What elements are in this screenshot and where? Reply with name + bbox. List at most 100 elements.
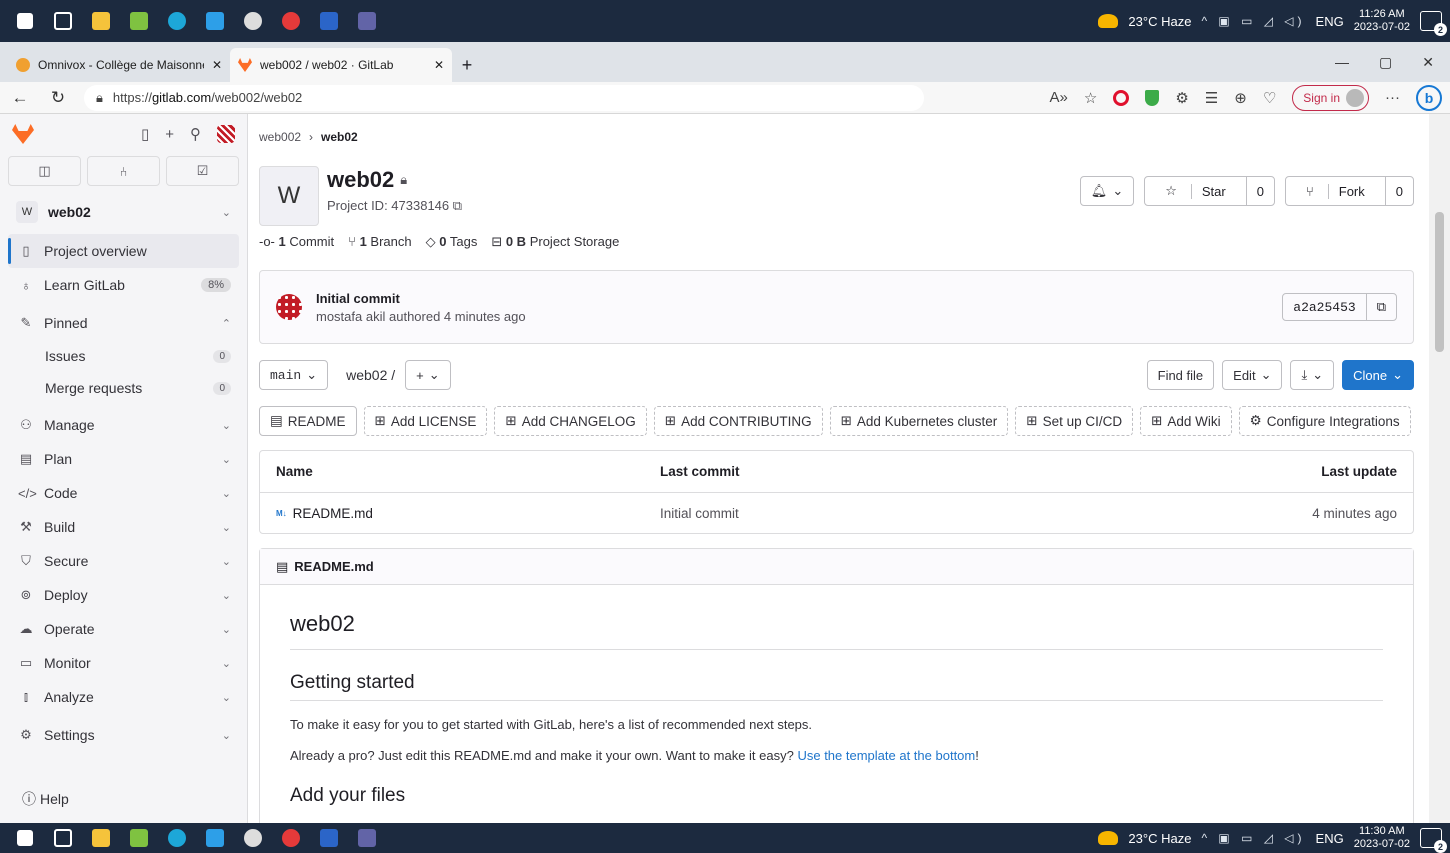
notifications-button[interactable]: 🔔︎ ⌄: [1079, 176, 1135, 206]
app-red-icon[interactable]: [274, 825, 308, 851]
issues-shortcut-icon[interactable]: ◫: [8, 156, 81, 186]
windows-start-icon[interactable]: [8, 825, 42, 851]
sidebar-item-operate[interactable]: ☁ Operate ⌄: [0, 612, 247, 646]
tags-stat[interactable]: ◇ 0 Tags: [426, 234, 478, 250]
system-tray-icons[interactable]: ^ ▣ ▭ ◿ ◁): [1201, 14, 1305, 28]
page-scrollbar[interactable]: [1429, 114, 1450, 823]
more-options-icon[interactable]: ···: [1385, 89, 1400, 106]
template-link[interactable]: Use the template at the bottom: [797, 748, 975, 763]
download-button[interactable]: ⤓ ⌄: [1290, 360, 1335, 390]
file-name-cell[interactable]: M↓ README.md: [276, 506, 660, 521]
search-icon[interactable]: ⚲: [190, 125, 201, 143]
sidebar-project-switcher[interactable]: W web02 ⌄: [8, 194, 239, 230]
breadcrumb-namespace[interactable]: web002: [259, 130, 301, 144]
fork-button[interactable]: ⑂ Fork 0: [1284, 176, 1414, 206]
collapse-sidebar-icon[interactable]: ▯: [141, 125, 149, 143]
todos-shortcut-icon[interactable]: ☑: [166, 156, 239, 186]
gitlab-logo-icon[interactable]: [12, 124, 34, 144]
readme-filename[interactable]: README.md: [294, 559, 373, 574]
task-view-icon[interactable]: [46, 825, 80, 851]
sidebar-item-analyze[interactable]: ⫾ Analyze ⌄: [0, 680, 247, 714]
browser-tab-gitlab[interactable]: web002 / web02 · GitLab ✕: [230, 48, 452, 82]
breadcrumb-project[interactable]: web02: [321, 130, 358, 144]
windows-start-icon[interactable]: [8, 8, 42, 34]
address-bar[interactable]: 🔒︎ https://gitlab.com/web002/web02: [84, 84, 924, 111]
app-red-icon[interactable]: [274, 8, 308, 34]
notification-icon[interactable]: 2: [1420, 828, 1447, 853]
favorites-icon[interactable]: ☰: [1205, 89, 1218, 107]
minimize-icon[interactable]: —: [1335, 54, 1349, 71]
close-tab-icon[interactable]: ✕: [434, 58, 444, 72]
vscode-icon[interactable]: [198, 825, 232, 851]
add-to-tree-button[interactable]: + ⌄: [405, 360, 451, 390]
teams-icon[interactable]: [350, 8, 384, 34]
edit-dropdown-button[interactable]: Edit ⌄: [1222, 360, 1283, 390]
word-icon[interactable]: [312, 8, 346, 34]
readme-shortcut[interactable]: ▤ README: [259, 406, 357, 436]
sidebar-item-monitor[interactable]: ▭ Monitor ⌄: [0, 646, 247, 680]
language-indicator[interactable]: ENG: [1316, 831, 1344, 846]
setup-cicd-shortcut[interactable]: ⊞ Set up CI/CD: [1015, 406, 1134, 436]
help-button[interactable]: ⓘ Help: [22, 789, 69, 809]
create-new-icon[interactable]: +: [165, 126, 174, 143]
user-avatar[interactable]: [217, 125, 235, 143]
star-button[interactable]: ☆ Star 0: [1144, 176, 1275, 206]
fork-count[interactable]: 0: [1384, 177, 1413, 205]
file-explorer-icon[interactable]: [84, 825, 118, 851]
remote-desktop-icon[interactable]: [122, 825, 156, 851]
fork-action[interactable]: ⑂ Fork: [1286, 177, 1385, 205]
task-view-icon[interactable]: [46, 8, 80, 34]
add-wiki-shortcut[interactable]: ⊞ Add Wiki: [1140, 406, 1232, 436]
copy-id-icon[interactable]: ⧉: [453, 198, 462, 213]
commit-sha[interactable]: a2a25453: [1283, 294, 1365, 320]
weather-text[interactable]: 23°C Haze: [1128, 831, 1191, 846]
collections-icon[interactable]: ⊕: [1234, 89, 1247, 107]
extensions-icon[interactable]: ⚙: [1175, 89, 1188, 107]
sidebar-item-plan[interactable]: ▤ Plan ⌄: [0, 442, 247, 476]
read-aloud-icon[interactable]: A»: [1050, 89, 1068, 106]
edge-browser-icon[interactable]: [160, 8, 194, 34]
clock[interactable]: 11:26 AM 2023-07-02: [1354, 8, 1410, 34]
configure-integrations-shortcut[interactable]: ⚙ Configure Integrations: [1238, 406, 1411, 436]
github-desktop-icon[interactable]: [236, 825, 270, 851]
close-window-icon[interactable]: ✕: [1422, 54, 1434, 71]
add-kubernetes-shortcut[interactable]: ⊞ Add Kubernetes cluster: [829, 406, 1009, 436]
sign-in-button[interactable]: Sign in: [1292, 84, 1369, 111]
teams-icon[interactable]: [350, 825, 384, 851]
close-tab-icon[interactable]: ✕: [212, 58, 222, 72]
sidebar-item-merge-requests[interactable]: Merge requests 0: [0, 372, 247, 404]
scrollbar-thumb[interactable]: [1435, 212, 1444, 352]
commits-stat[interactable]: -o- 1 Commit: [259, 234, 334, 250]
sidebar-item-issues[interactable]: Issues 0: [0, 340, 247, 372]
lock-icon[interactable]: 🔒︎: [96, 90, 103, 106]
file-explorer-icon[interactable]: [84, 8, 118, 34]
copy-sha-icon[interactable]: ⧉: [1365, 294, 1396, 320]
sidebar-item-project-overview[interactable]: ▯ Project overview: [8, 234, 239, 268]
commit-author[interactable]: mostafa akil: [316, 309, 385, 324]
back-arrow-icon[interactable]: ←: [8, 88, 32, 108]
add-changelog-shortcut[interactable]: ⊞ Add CHANGELOG: [494, 406, 647, 436]
file-commit-cell[interactable]: Initial commit: [660, 506, 1312, 521]
commit-title[interactable]: Initial commit: [316, 291, 526, 306]
browser-tab-omnivox[interactable]: Omnivox - Collège de Maisonneuve ✕: [8, 48, 230, 82]
refresh-icon[interactable]: ↻: [46, 88, 70, 108]
sidebar-item-learn-gitlab[interactable]: ♁ Learn GitLab 8%: [0, 268, 247, 302]
edge-browser-icon[interactable]: [160, 825, 194, 851]
bing-copilot-icon[interactable]: b: [1416, 84, 1442, 111]
favorite-star-icon[interactable]: ☆: [1084, 89, 1097, 107]
add-contributing-shortcut[interactable]: ⊞ Add CONTRIBUTING: [653, 406, 823, 436]
shield-extension-icon[interactable]: [1145, 89, 1160, 106]
word-icon[interactable]: [312, 825, 346, 851]
author-avatar[interactable]: [276, 294, 302, 320]
branch-selector[interactable]: main ⌄: [259, 360, 329, 390]
clock[interactable]: 11:30 AM 2023-07-02: [1354, 825, 1410, 851]
storage-stat[interactable]: ⊟ 0 B Project Storage: [491, 234, 619, 250]
sidebar-item-pinned[interactable]: ✎ Pinned ⌃: [0, 306, 247, 340]
star-count[interactable]: 0: [1245, 177, 1274, 205]
new-tab-button[interactable]: +: [452, 48, 482, 82]
merge-requests-shortcut-icon[interactable]: ⑃: [87, 156, 160, 186]
branches-stat[interactable]: ⑂ 1 Branch: [348, 234, 411, 250]
restore-icon[interactable]: ▢: [1379, 54, 1392, 71]
system-tray-icons[interactable]: ^ ▣ ▭ ◿ ◁): [1201, 831, 1305, 845]
language-indicator[interactable]: ENG: [1316, 14, 1344, 29]
